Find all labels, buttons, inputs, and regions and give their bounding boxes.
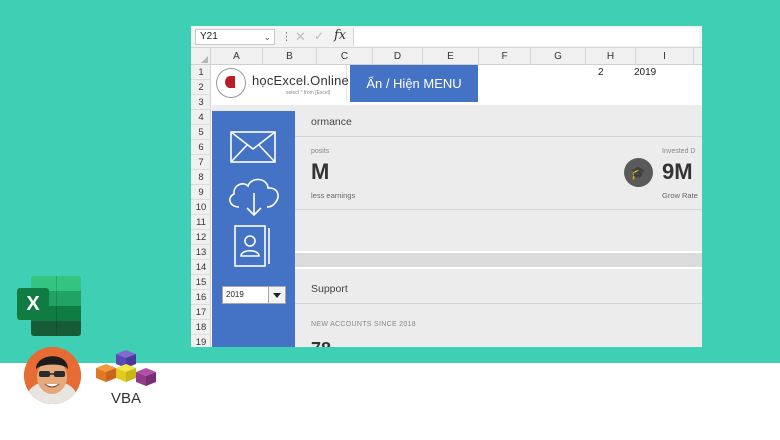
logo-tagline: select * from [Excel] — [286, 90, 331, 96]
vba-label: VBA — [111, 390, 142, 407]
formula-bar: Y21 ⌄ ⋮ ✕ ✓ fx — [191, 26, 702, 48]
row-header[interactable]: 16 — [191, 290, 211, 305]
column-header[interactable]: G — [531, 48, 586, 65]
column-header[interactable]: B — [263, 48, 317, 65]
row-header[interactable]: 7 — [191, 155, 211, 170]
cell-g1[interactable]: 2 — [598, 67, 604, 78]
column-headers: A B C D E F G H I — [191, 48, 702, 65]
avatar — [24, 347, 81, 404]
row-header[interactable]: 5 — [191, 125, 211, 140]
year-select-value: 2019 — [226, 290, 244, 299]
earnings-label: less earnings — [311, 191, 356, 200]
row-header[interactable]: 17 — [191, 305, 211, 320]
worksheet-area[interactable]: họcExcel.Online select * from [Excel] Ẩn… — [212, 65, 702, 347]
excel-x-badge: X — [17, 288, 49, 320]
graduation-cap-icon: 🎓 — [624, 158, 653, 187]
logo-text: họcExcel.Online — [252, 73, 349, 88]
excel-app-icon: X — [17, 276, 81, 336]
dropdown-arrow-icon[interactable] — [268, 287, 285, 303]
side-menu: 2019 — [212, 111, 295, 347]
formula-input[interactable] — [353, 28, 699, 46]
row-header[interactable]: 13 — [191, 245, 211, 260]
cell-h1[interactable]: 2019 — [634, 67, 656, 78]
row-header[interactable]: 8 — [191, 170, 211, 185]
support-title: Support — [311, 283, 348, 295]
row-header[interactable]: 19 — [191, 335, 211, 347]
row-headers: 1 2 3 4 5 6 7 8 9 10 11 12 13 14 15 16 1… — [191, 65, 211, 347]
column-header[interactable]: F — [479, 48, 531, 65]
confirm-icon[interactable]: ✓ — [314, 29, 324, 43]
column-header[interactable]: C — [317, 48, 373, 65]
column-header[interactable]: H — [586, 48, 636, 65]
new-accounts-label: NEW ACCOUNTS SINCE 2018 — [311, 321, 416, 328]
name-box-value: Y21 — [200, 31, 218, 42]
grow-rate-label: Grow Rate — [662, 191, 698, 200]
more-options-icon[interactable]: ⋮ — [281, 30, 292, 43]
cloud-download-icon[interactable] — [225, 175, 283, 217]
row-header[interactable]: 18 — [191, 320, 211, 335]
invested-value: 9M — [662, 159, 693, 184]
chevron-down-icon[interactable]: ⌄ — [263, 30, 271, 44]
mail-icon[interactable] — [230, 131, 276, 163]
function-icon[interactable]: fx — [334, 28, 346, 43]
logo-mark — [216, 68, 246, 98]
column-header[interactable]: D — [373, 48, 423, 65]
new-accounts-value: 78 — [311, 339, 331, 347]
deposits-label: posits — [311, 148, 330, 155]
column-header[interactable]: E — [423, 48, 479, 65]
select-all-corner[interactable] — [191, 48, 211, 65]
column-header[interactable]: I — [636, 48, 694, 65]
toggle-menu-button[interactable]: Ẩn / Hiện MENU — [350, 65, 478, 102]
invested-label: Invested D — [662, 148, 696, 155]
row-header[interactable]: 9 — [191, 185, 211, 200]
deposits-value: M — [311, 159, 330, 184]
row-header[interactable]: 4 — [191, 110, 211, 125]
cancel-icon[interactable]: ✕ — [295, 29, 306, 45]
performance-title: ormance — [311, 116, 352, 128]
row-header[interactable]: 3 — [191, 95, 211, 110]
row-header[interactable]: 12 — [191, 230, 211, 245]
year-select[interactable]: 2019 — [222, 286, 286, 304]
logo: họcExcel.Online select * from [Excel] — [212, 65, 349, 102]
excel-window: Y21 ⌄ ⋮ ✕ ✓ fx A B C D E F G H I 1 2 3 4… — [191, 26, 702, 347]
contacts-book-icon[interactable] — [233, 225, 273, 267]
row-header[interactable]: 11 — [191, 215, 211, 230]
person-photo-icon — [24, 347, 81, 404]
row-header[interactable]: 14 — [191, 260, 211, 275]
column-header[interactable]: A — [211, 48, 263, 65]
row-header[interactable]: 15 — [191, 275, 211, 290]
vba-cubes-icon — [96, 350, 156, 386]
row-header[interactable]: 6 — [191, 140, 211, 155]
name-box[interactable]: Y21 ⌄ — [195, 29, 275, 45]
row-header[interactable]: 2 — [191, 80, 211, 95]
row-header[interactable]: 10 — [191, 200, 211, 215]
row-header[interactable]: 1 — [191, 65, 211, 80]
